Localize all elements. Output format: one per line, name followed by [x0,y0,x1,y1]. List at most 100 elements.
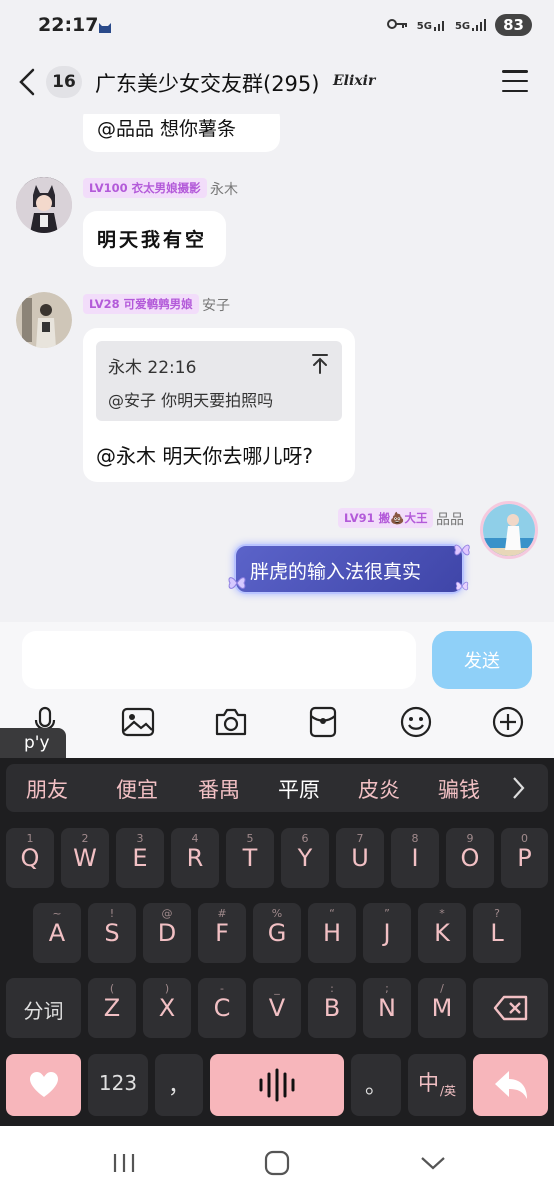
key-t[interactable]: 5T [226,828,274,888]
segment-key[interactable]: 分词 [6,978,81,1038]
level-badge: LV100 衣太男娘摄影 [83,178,207,198]
menu-line-icon [502,89,528,92]
message-input[interactable] [22,631,416,689]
key-g[interactable]: % G [253,903,301,963]
backspace-key[interactable] [473,978,548,1038]
avatar[interactable] [16,292,72,348]
chat-area[interactable]: @品品 想你薯条 LV100 衣太男娘摄影 永木 明天我有空 LV28 可爱鹌鹑… [0,114,554,622]
sender-nickname[interactable]: 品品 [436,509,464,529]
key-i[interactable]: 8I [391,828,439,888]
signal-5g-icon: 5G [455,18,487,32]
candidate-word[interactable]: 便宜 [116,774,158,804]
key-e[interactable]: 3E [116,828,164,888]
image-button[interactable] [120,704,156,740]
navigation-bar [0,1126,554,1200]
quoted-message[interactable]: 永木 22:16 @安子 你明天要拍照吗 [96,341,342,421]
unread-count-badge[interactable]: 16 [46,66,82,98]
reply-arrow-icon [495,1071,527,1099]
sender-nickname[interactable]: 安子 [202,295,230,315]
message-bubble[interactable]: 明天我有空 [83,211,226,267]
message-text: 明天我有空 [97,229,208,251]
key-f[interactable]: # F [198,903,246,963]
level-badge: LV28 可爱鹌鹑男娘 [83,294,199,314]
signal-5g-icon: 5G [417,18,447,32]
key-a[interactable]: ~ A [33,903,81,963]
key-l[interactable]: ? L [473,903,521,963]
avatar[interactable] [480,501,538,559]
key-x[interactable]: ) X [143,978,191,1038]
key-r[interactable]: 4R [171,828,219,888]
key-b[interactable]: :B [308,978,356,1038]
group-tag: Elixir [333,73,376,89]
key-o[interactable]: 9O [446,828,494,888]
butterfly-decoration-icon [454,544,470,556]
image-icon [121,707,155,737]
key-icon [386,16,409,35]
key-y[interactable]: 6Y [281,828,329,888]
recent-apps-button[interactable] [104,1146,144,1180]
back-nav-button[interactable] [413,1146,453,1180]
jump-to-quote-icon[interactable] [310,353,330,375]
candidate-word[interactable]: 平原 [278,774,320,804]
group-title[interactable]: 广东美少女交友群(295) [95,68,319,98]
emoji-icon [400,706,432,738]
message-bubble[interactable]: @品品 想你薯条 [83,114,280,152]
home-button[interactable] [257,1146,297,1180]
quote-author-time: 永木 22:16 [108,358,197,378]
level-badge: LV91 搬💩大王 [338,508,434,528]
key-h[interactable]: “H [308,903,356,963]
butterfly-decoration-icon [228,577,246,589]
message-text: @品品 想你薯条 [97,118,237,140]
candidate-word[interactable]: 朋友 [26,774,68,804]
pinyin-composition: p'y [0,728,66,758]
chevron-down-icon [421,1157,445,1170]
message-bubble[interactable]: 胖虎的输入法很真实 [234,544,464,594]
chevron-right-icon[interactable] [510,775,526,801]
key-s[interactable]: ! S [88,903,136,963]
key-c[interactable]: -C [198,978,246,1038]
key-w[interactable]: 2W [61,828,109,888]
candidate-word[interactable]: 骗钱 [438,774,486,804]
battery-indicator: 83 [495,14,532,36]
key-m[interactable]: / M [418,978,466,1038]
avatar-image [483,504,535,556]
key-n[interactable]: ; N [363,978,411,1038]
theme-key[interactable] [6,1054,81,1116]
candidate-word[interactable]: 皮炎 [358,774,400,804]
message-text: 胖虎的输入法很真实 [250,561,422,583]
period-key[interactable]: 。 [351,1054,401,1116]
candidate-word[interactable]: 番禺 [198,774,240,804]
key-k[interactable]: * K [418,903,466,963]
key-d[interactable]: @ D [143,903,191,963]
number-key[interactable]: 123 [88,1054,148,1116]
key-v[interactable]: _ V [253,978,301,1038]
sender-nickname[interactable]: 永木 [210,179,238,199]
back-button[interactable] [12,62,42,102]
key-p[interactable]: 0P [501,828,548,888]
plus-circle-icon [492,706,524,738]
enter-key[interactable] [473,1054,548,1116]
quote-text: @安子 你明天要拍照吗 [108,391,274,410]
candidate-bar: 朋友 便宜 番禺 平原 皮炎 骗钱 [6,764,548,812]
key-q[interactable]: 1Q [6,828,54,888]
composer: 发送 p'y [0,622,554,758]
butterfly-decoration-icon [455,581,469,591]
space-voice-key[interactable] [210,1054,344,1116]
menu-line-icon [502,79,528,83]
more-button[interactable] [490,704,526,740]
key-z[interactable]: (Z [88,978,136,1038]
comma-key[interactable]: ， [155,1054,203,1116]
message-bubble[interactable]: 永木 22:16 @安子 你明天要拍照吗 @永木 明天你去哪儿呀? [83,328,355,482]
camera-button[interactable] [213,704,249,740]
chevron-left-icon [19,68,35,96]
emoji-button[interactable] [398,704,434,740]
menu-button[interactable] [502,70,528,92]
keyboard: 朋友 便宜 番禺 平原 皮炎 骗钱 1Q 2W 3E 4R 5T 6Y 7U 8… [0,758,554,1126]
key-u[interactable]: 7U [336,828,384,888]
send-button[interactable]: 发送 [432,631,532,689]
language-switch-key[interactable]: 中 /英 [408,1054,466,1116]
avatar[interactable] [16,177,72,233]
key-j[interactable]: ” J [363,903,411,963]
camera-icon [215,708,247,736]
red-packet-button[interactable] [305,704,341,740]
